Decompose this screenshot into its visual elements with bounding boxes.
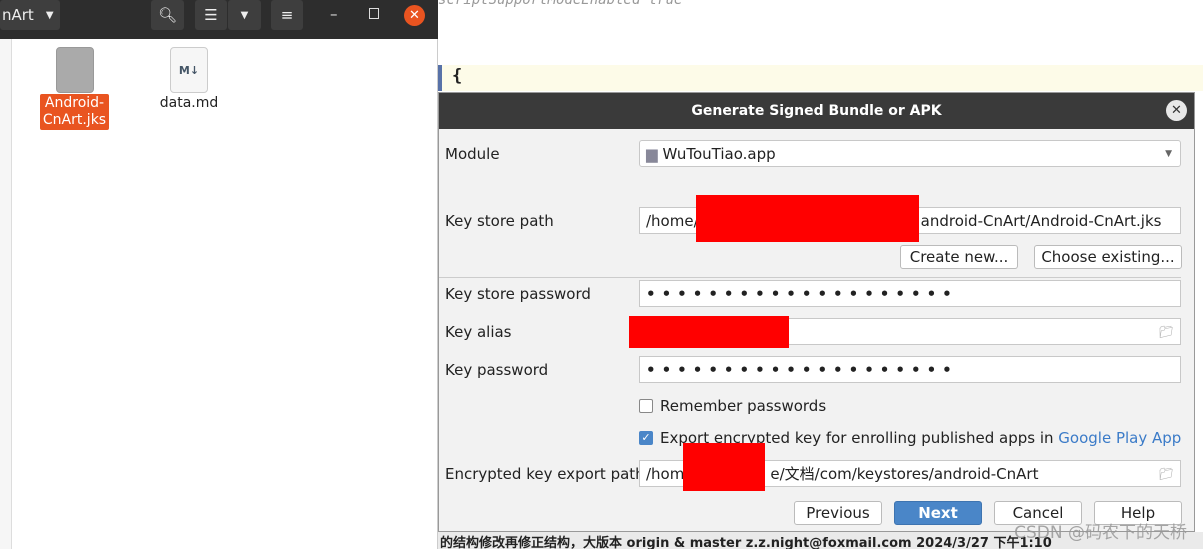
minimize-button[interactable]: –: [330, 5, 338, 23]
redaction: [696, 195, 919, 242]
search-icon: 🔍︎: [157, 6, 178, 24]
keystore-path-label: Key store path: [445, 212, 554, 230]
divider: [439, 277, 1181, 278]
next-button[interactable]: Next: [894, 501, 982, 525]
choose-existing-button[interactable]: Choose existing...: [1034, 245, 1182, 269]
chevron-down-icon: ▼: [45, 9, 54, 21]
export-path-label: Encrypted key export path: [445, 465, 645, 483]
module-folder-icon: ▆: [646, 144, 658, 163]
remember-passwords-checkbox[interactable]: [639, 399, 653, 413]
markdown-file-icon[interactable]: M↓: [170, 47, 208, 93]
file-manager-window: nArt ▼ 🔍︎ ☰ ▼ ≡ – ✕ Android-CnArt.jks M↓ …: [0, 0, 438, 549]
module-label: Module: [445, 145, 500, 163]
list-icon: ☰: [204, 6, 218, 24]
path-suffix: e/文档/com/keystores/android-CnArt: [770, 465, 1039, 483]
file-name[interactable]: data.md: [155, 95, 223, 112]
file-manager-headerbar: nArt ▼ 🔍︎ ☰ ▼ ≡ – ✕: [0, 0, 438, 39]
file-icon[interactable]: [56, 47, 94, 93]
path-prefix: /hom: [646, 464, 685, 483]
chevron-down-icon: ▼: [240, 9, 249, 21]
close-button[interactable]: ✕: [404, 5, 425, 26]
sidebar: [0, 39, 12, 549]
module-select[interactable]: ▆ WuTouTiao.app ▼: [639, 140, 1181, 167]
hamburger-icon: ≡: [280, 6, 294, 24]
view-options-button[interactable]: ▼: [228, 0, 261, 30]
create-new-button[interactable]: Create new...: [900, 245, 1018, 269]
key-password-label: Key password: [445, 361, 549, 379]
chevron-down-icon: ▼: [1165, 148, 1172, 159]
watermark: CSDN @码农下的天桥: [1014, 523, 1187, 543]
search-button[interactable]: 🔍︎: [151, 0, 184, 30]
code-brace: {: [452, 66, 463, 86]
path-suffix: android-CnArt/Android-CnArt.jks: [920, 211, 1162, 230]
folder-icon[interactable]: 📁︎: [1159, 467, 1174, 481]
path-label: nArt: [2, 6, 34, 24]
keystore-password-input[interactable]: ••••••••••••••••••••: [639, 280, 1181, 307]
remember-passwords-label: Remember passwords: [660, 397, 827, 415]
password-dots: ••••••••••••••••••••: [646, 284, 958, 303]
google-play-signing-link[interactable]: Google Play App Signing: [1058, 429, 1185, 447]
maximize-button[interactable]: [369, 8, 379, 19]
path-prefix: /home/: [646, 211, 699, 230]
module-value: WuTouTiao.app: [662, 144, 776, 163]
password-dots: ••••••••••••••••••••: [646, 360, 958, 379]
close-icon[interactable]: ✕: [1166, 100, 1187, 121]
redaction: [629, 316, 789, 348]
code-line: scriptSupportModeEnabled true: [438, 0, 683, 8]
folder-icon[interactable]: 📁︎: [1159, 325, 1174, 339]
export-key-checkbox[interactable]: ✓: [639, 431, 653, 445]
key-alias-label: Key alias: [445, 323, 512, 341]
redaction: [683, 443, 765, 491]
list-view-button[interactable]: ☰: [195, 0, 227, 30]
key-password-input[interactable]: ••••••••••••••••••••: [639, 356, 1181, 383]
keystore-password-label: Key store password: [445, 285, 591, 303]
current-line-highlight: [438, 65, 1203, 91]
previous-button[interactable]: Previous: [794, 501, 882, 525]
dialog-title: Generate Signed Bundle or APK: [439, 93, 1194, 129]
generate-signed-dialog: Generate Signed Bundle or APK ✕ Module ▆…: [438, 92, 1195, 532]
file-name[interactable]: Android-CnArt.jks: [40, 94, 109, 130]
path-bar-button[interactable]: nArt ▼: [0, 0, 60, 30]
menu-button[interactable]: ≡: [271, 0, 303, 30]
